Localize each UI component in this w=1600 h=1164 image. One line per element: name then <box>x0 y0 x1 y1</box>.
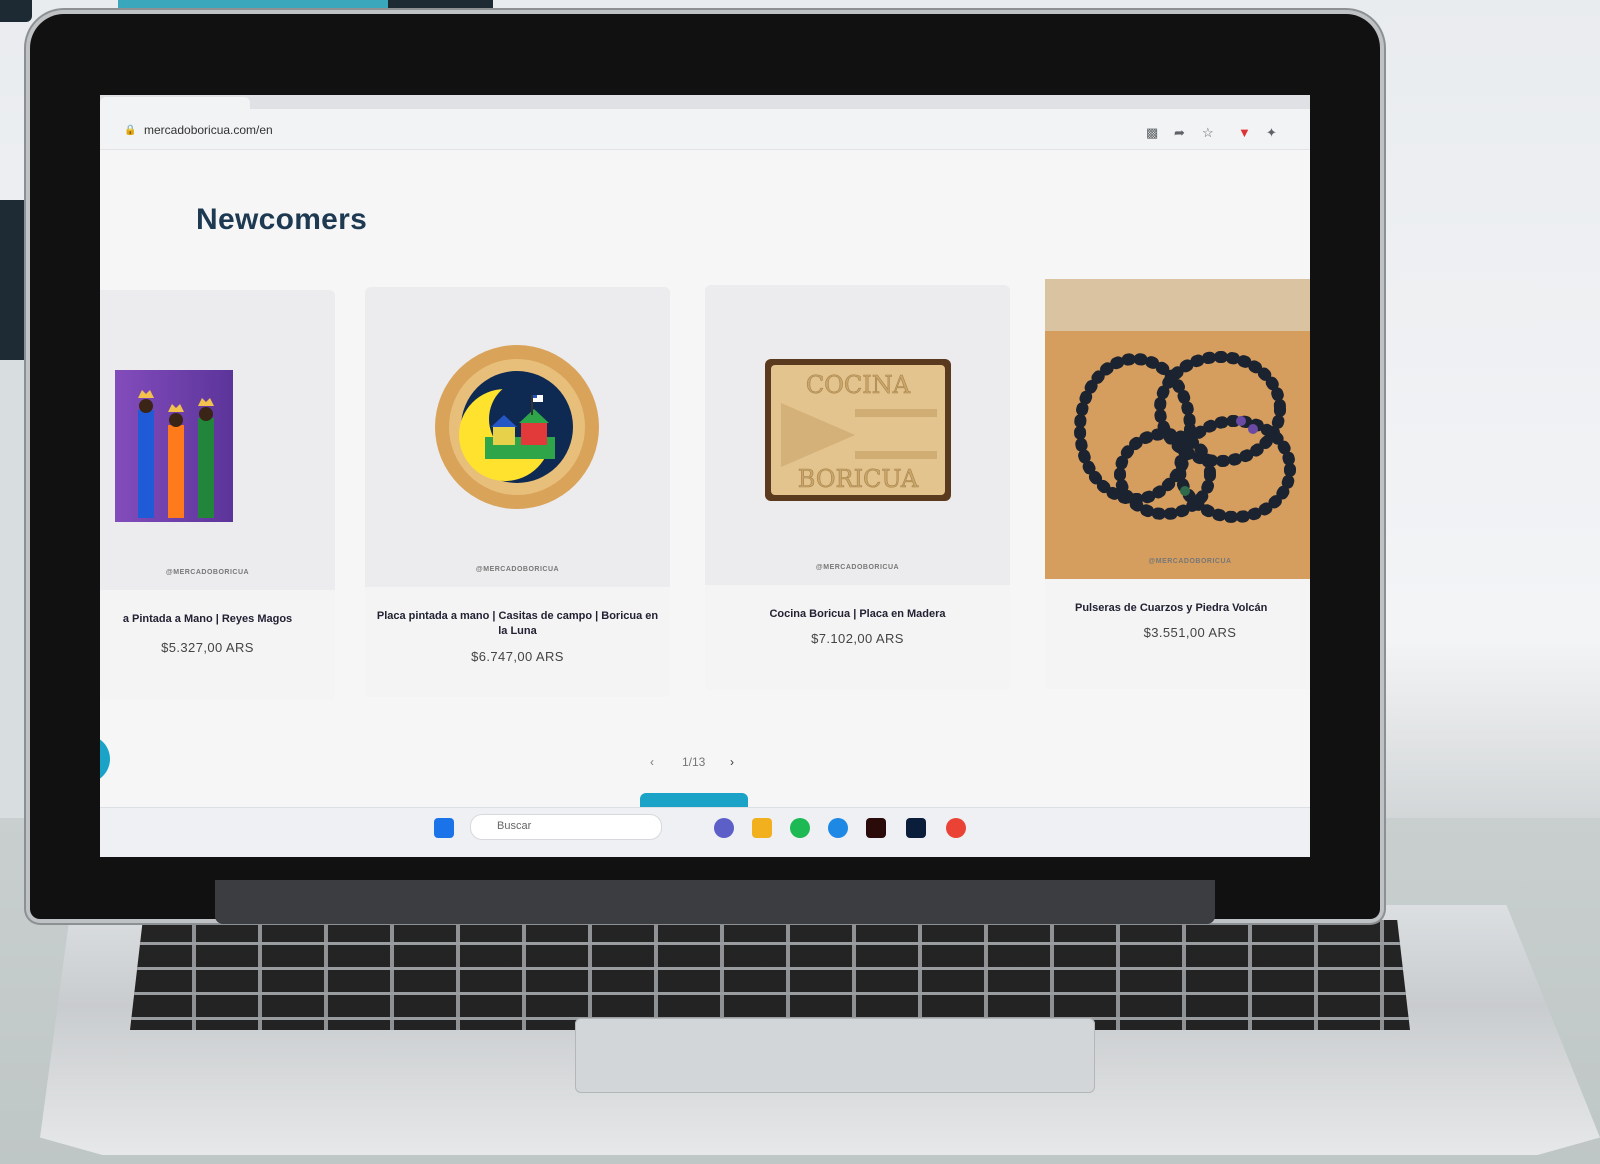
spotify-icon[interactable] <box>790 818 810 838</box>
product-price: $7.102,00 ARS <box>811 631 904 646</box>
product-title[interactable]: a Pintada a Mano | Reyes Magos <box>100 612 325 627</box>
product-info: a Pintada a Mano | Reyes Magos $5.327,00… <box>100 590 335 700</box>
watermark: @MERCADOBORICUA <box>1148 558 1232 565</box>
chrome-icon[interactable] <box>946 818 966 838</box>
product-info: Placa pintada a mano | Casitas de campo … <box>365 587 670 697</box>
carousel-next-button[interactable]: › <box>730 755 734 769</box>
bookmark-star-icon[interactable]: ☆ <box>1202 125 1214 141</box>
share-icon[interactable]: ➦ <box>1174 125 1185 141</box>
product-image[interactable]: @MERCADOBORICUA <box>100 290 335 590</box>
product-card[interactable]: COCINA BORICUA @MERCADOBORICUA Cocina Bo… <box>705 285 1010 690</box>
taskbar-search-placeholder: Buscar <box>497 820 532 832</box>
watermark: @MERCADOBORICUA <box>815 564 900 571</box>
product-info: Pulseras de Cuarzos y Piedra Volcán $3.5… <box>1045 579 1310 689</box>
laptop-screen: 🔒 mercadoboricua.com/en ▩ ➦ ☆ ▼ ✦ Newcom… <box>100 95 1310 857</box>
section-title: Newcomers <box>196 203 368 236</box>
browser-tab-strip <box>100 95 1310 109</box>
folder-icon[interactable] <box>752 818 772 838</box>
browser-tab-active[interactable] <box>100 97 250 109</box>
product-title[interactable]: Pulseras de Cuarzos y Piedra Volcán <box>1075 601 1310 616</box>
windows-start-icon[interactable] <box>434 818 454 838</box>
product-price: $3.551,00 ARS <box>1143 625 1237 640</box>
product-price: $5.327,00 ARS <box>161 640 254 655</box>
product-image[interactable]: COCINA BORICUA @MERCADOBORICUA <box>705 285 1010 585</box>
product-image[interactable]: @MERCADOBORICUA <box>1045 279 1310 579</box>
address-bar[interactable]: 🔒 mercadoboricua.com/en <box>110 117 1140 143</box>
chat-widget-button[interactable] <box>100 735 110 783</box>
extension-icon[interactable]: ▼ <box>1238 125 1251 140</box>
plaque-text-top: COCINA <box>806 371 911 399</box>
background-logo <box>0 0 32 22</box>
product-card[interactable]: @MERCADOBORICUA a Pintada a Mano | Reyes… <box>100 290 335 700</box>
edge-icon[interactable] <box>828 818 848 838</box>
taskbar-search[interactable]: Buscar <box>470 814 662 840</box>
extensions-puzzle-icon[interactable]: ✦ <box>1266 125 1277 141</box>
laptop-hinge <box>215 880 1215 924</box>
laptop-trackpad <box>575 1018 1095 1093</box>
casitas-plaque-image <box>435 345 599 509</box>
os-taskbar: Buscar <box>100 807 1310 857</box>
teams-icon[interactable] <box>714 818 734 838</box>
photoshop-icon[interactable] <box>906 818 926 838</box>
cocina-boricua-plaque-image: COCINA BORICUA <box>765 359 951 501</box>
product-title[interactable]: Placa pintada a mano | Casitas de campo … <box>375 609 660 639</box>
product-image[interactable]: @MERCADOBORICUA <box>365 287 670 587</box>
watermark: @MERCADOBORICUA <box>165 569 250 576</box>
browser-toolbar: 🔒 mercadoboricua.com/en ▩ ➦ ☆ ▼ ✦ <box>100 109 1310 150</box>
illustrator-icon[interactable] <box>866 818 886 838</box>
carousel-page-indicator: 1/13 <box>682 755 706 769</box>
bracelets-image <box>1045 279 1310 579</box>
lock-icon[interactable]: 🔒 <box>124 125 136 136</box>
product-price: $6.747,00 ARS <box>471 649 564 664</box>
translate-icon[interactable]: ▩ <box>1146 125 1158 141</box>
reyes-magos-painting <box>115 370 233 522</box>
plaque-text-bottom: BORICUA <box>798 465 919 493</box>
product-title[interactable]: Cocina Boricua | Placa en Madera <box>715 607 1000 622</box>
carousel-prev-button[interactable]: ‹ <box>650 755 654 769</box>
product-info: Cocina Boricua | Placa en Madera $7.102,… <box>705 585 1010 690</box>
watermark: @MERCADOBORICUA <box>475 566 560 573</box>
address-bar-url[interactable]: mercadoboricua.com/en <box>144 123 273 137</box>
product-card[interactable]: @MERCADOBORICUA Pulseras de Cuarzos y Pi… <box>1045 279 1310 689</box>
laptop-keyboard-rows <box>130 920 1410 1030</box>
product-card[interactable]: @MERCADOBORICUA Placa pintada a mano | C… <box>365 287 670 697</box>
